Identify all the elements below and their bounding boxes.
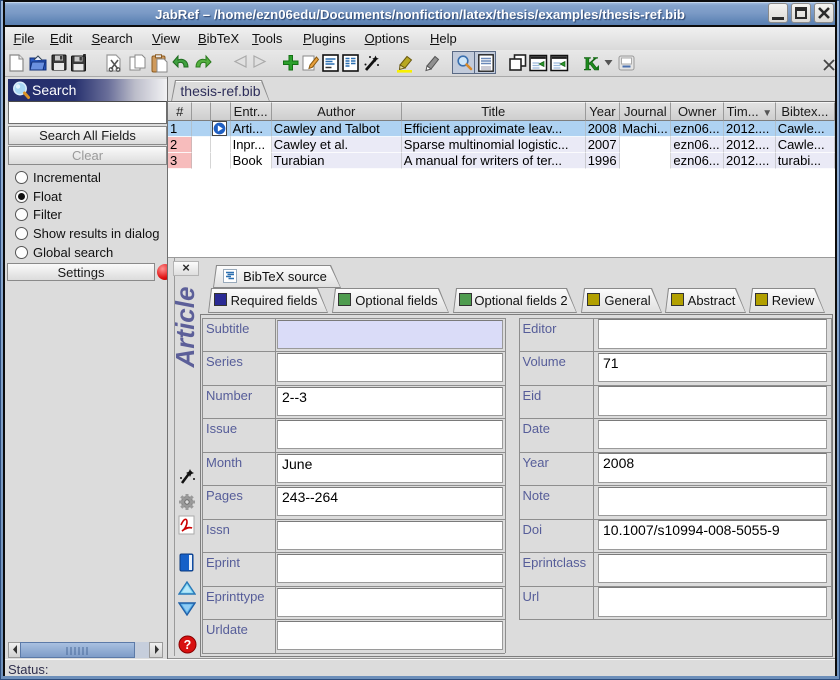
svg-text:K: K [584,54,599,73]
svg-text:?: ? [184,638,192,652]
